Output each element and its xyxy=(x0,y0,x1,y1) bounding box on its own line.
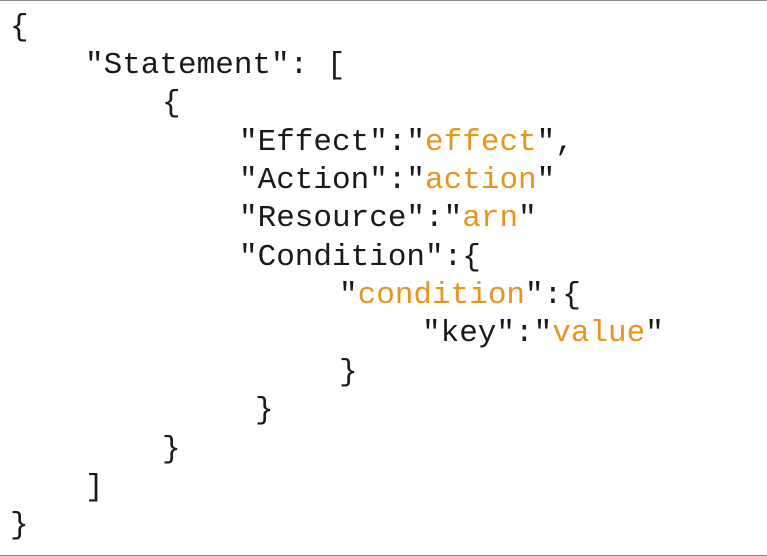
code-line-condition: "condition":{ xyxy=(339,278,581,313)
code-line-object-close: } xyxy=(162,432,181,467)
action-value: action xyxy=(425,163,537,198)
code-line-condition-close: } xyxy=(255,393,274,428)
condition-value: condition xyxy=(357,278,526,313)
effect-value: effect xyxy=(425,125,537,160)
code-line-action: "Action":"action" xyxy=(239,163,556,198)
json-policy-code-block: { "Statement": [ { "Effect":"effect", "A… xyxy=(0,0,767,556)
code-line-condition-key: "Condition":{ xyxy=(239,240,481,275)
code-line-array-close: ] xyxy=(85,470,104,505)
code-line-resource: "Resource":"arn" xyxy=(239,201,537,236)
code-line-close-brace: } xyxy=(10,508,29,543)
code-line-effect: "Effect":"effect", xyxy=(239,125,574,160)
code-line-key-value: "key":"value" xyxy=(422,316,664,351)
code-line-object-open: { xyxy=(162,86,181,121)
key-value-value: value xyxy=(552,316,646,351)
code-line-open-brace: { xyxy=(10,10,29,45)
code-line-statement: "Statement": [ xyxy=(85,48,346,83)
code-line-inner-close: } xyxy=(339,355,358,390)
resource-value: arn xyxy=(462,201,519,236)
